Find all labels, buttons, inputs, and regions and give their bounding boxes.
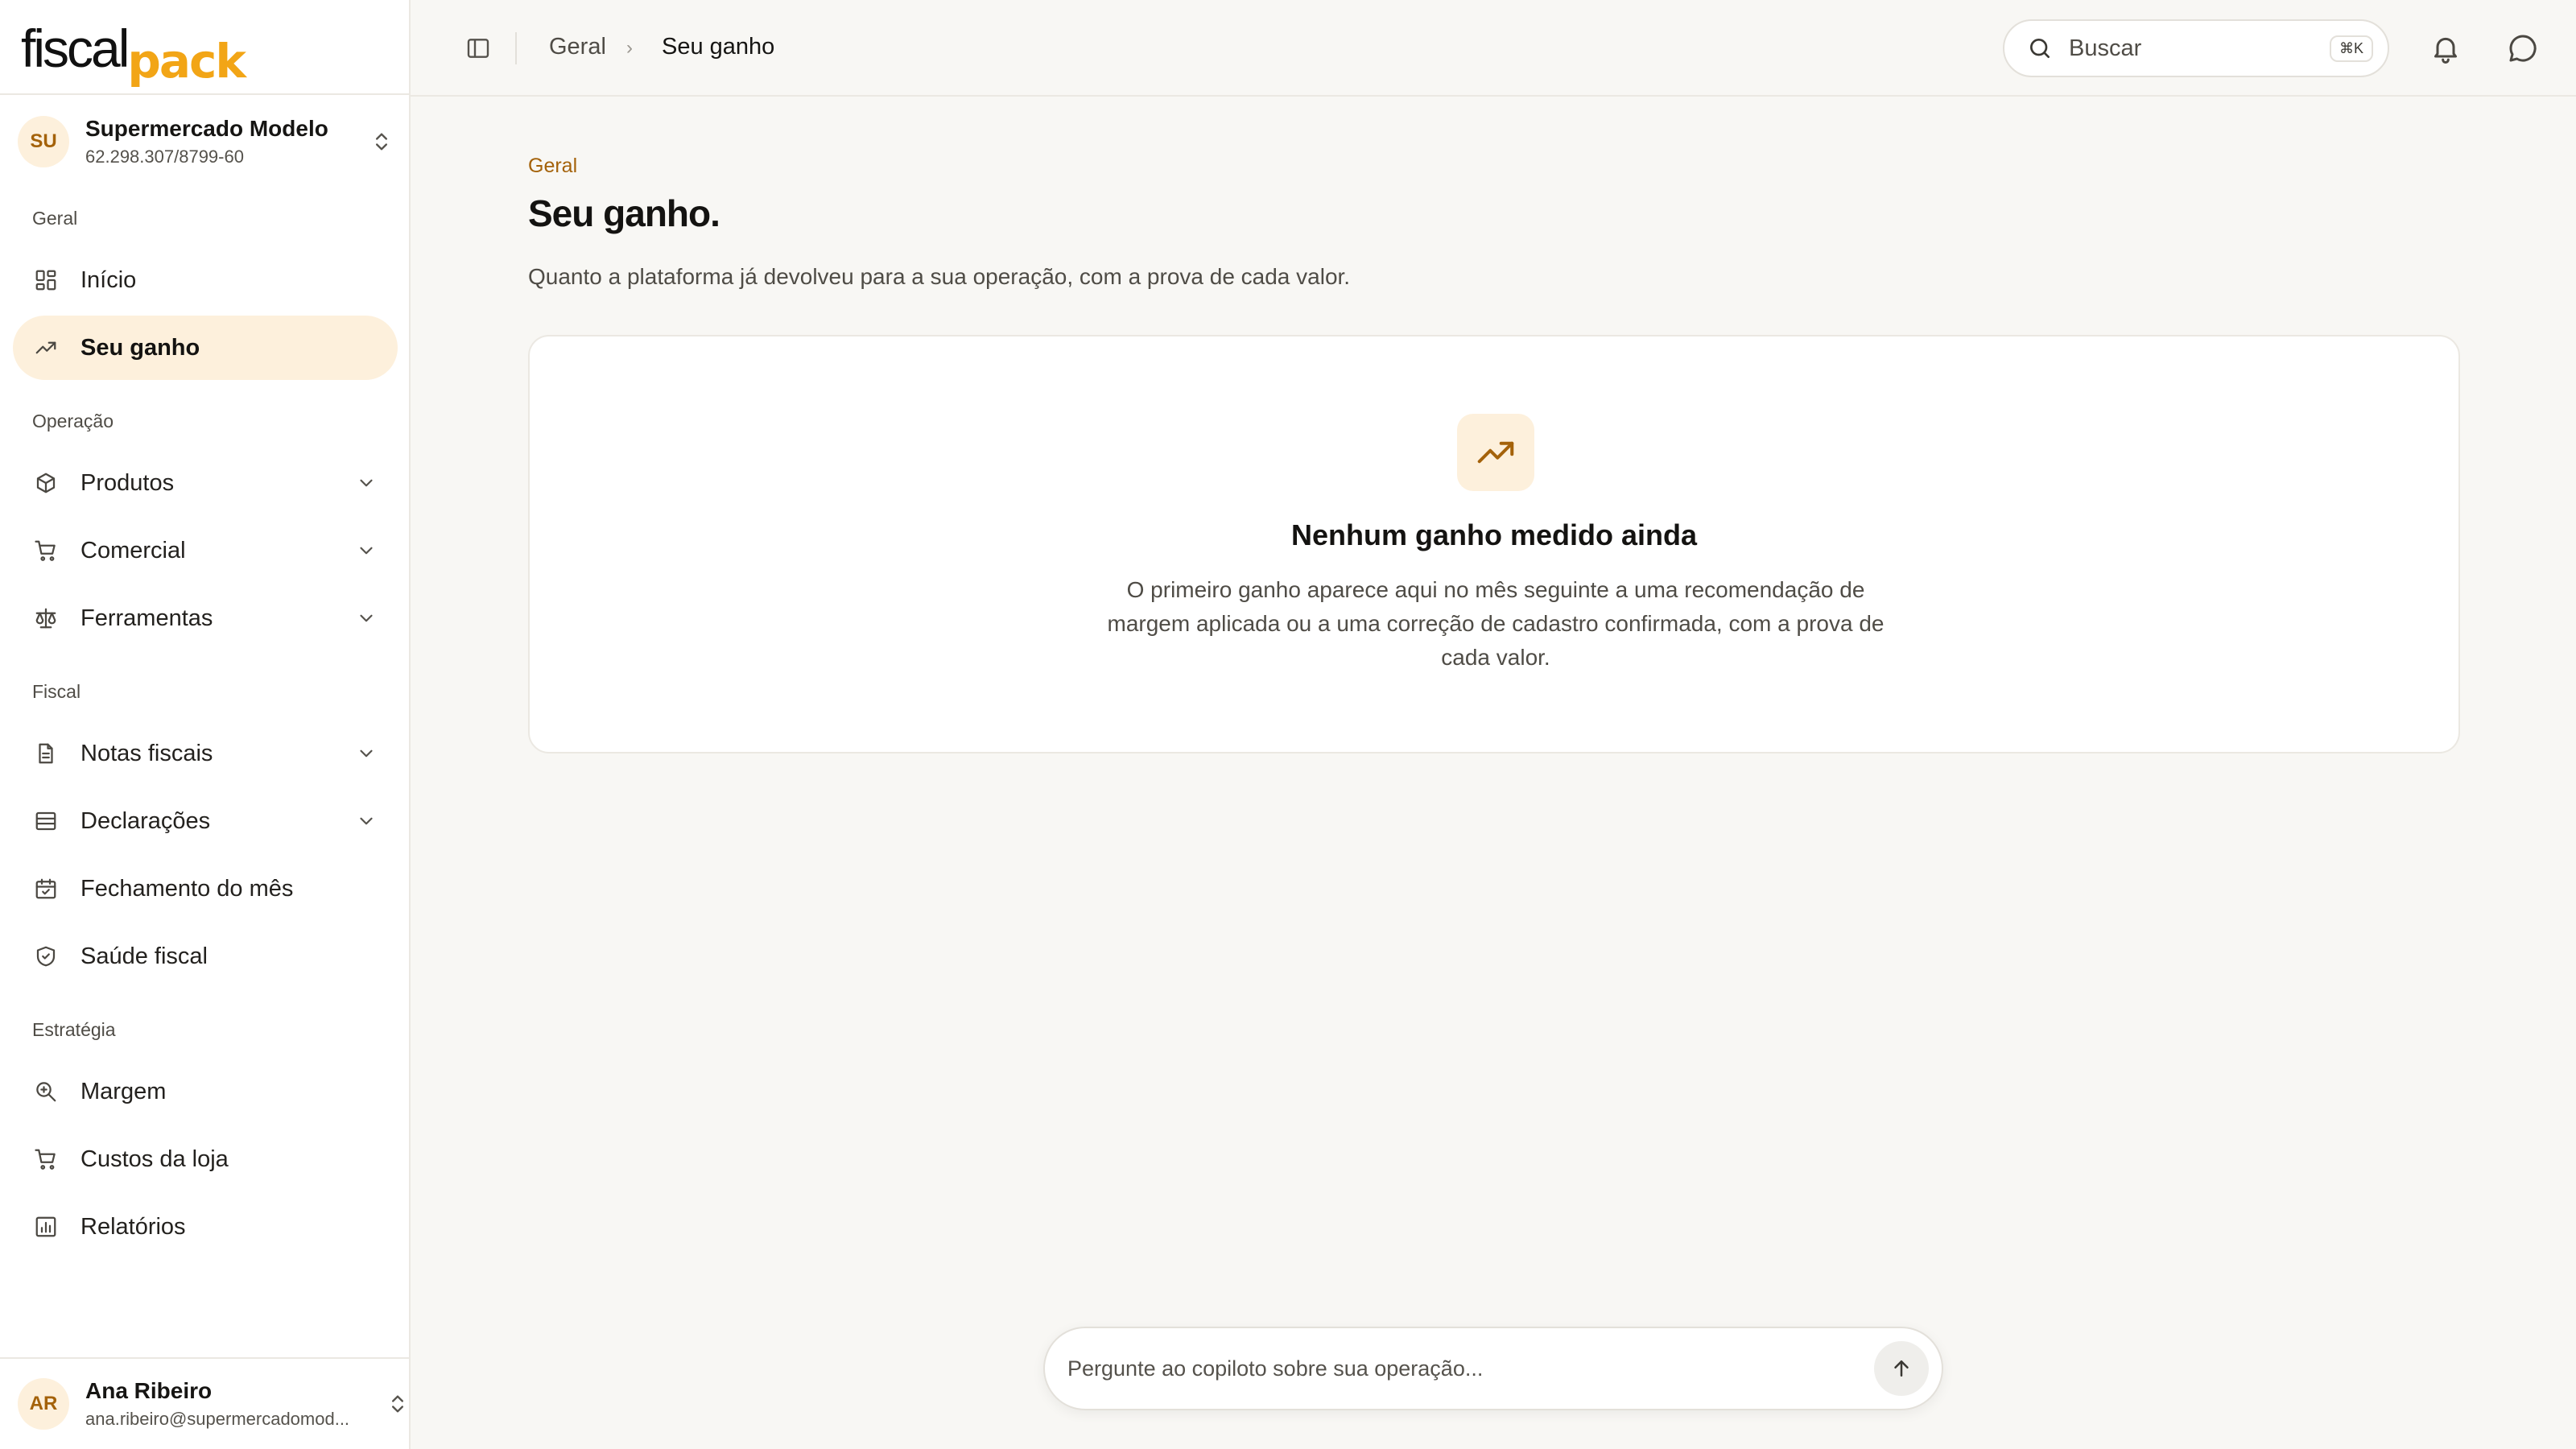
sidebar-item-label: Margem <box>80 1078 167 1104</box>
sidebar-item-ferramentas[interactable]: Ferramentas <box>13 586 398 650</box>
dashboard-icon <box>35 270 56 291</box>
empty-state-text: O primeiro ganho aparece aqui no mês seg… <box>1107 577 1885 670</box>
empty-state-card: Nenhum ganho medido ainda O primeiro gan… <box>528 335 2460 753</box>
sidebar-item-fechamento[interactable]: Fechamento do mês <box>13 857 398 921</box>
bar-chart-icon <box>35 1216 56 1237</box>
sidebar-item-label: Declarações <box>80 807 211 834</box>
sidebar-item-label: Fechamento do mês <box>80 875 294 902</box>
chevron-down-icon <box>360 479 373 487</box>
sidebar-item-label: Seu ganho <box>80 334 200 361</box>
sidebar-item-label: Custos da loja <box>80 1146 229 1172</box>
cart-icon <box>35 540 56 561</box>
chat-bubble-icon[interactable] <box>2507 32 2539 64</box>
sidebar-toggle-button[interactable] <box>451 32 506 64</box>
chevron-down-icon <box>360 614 373 622</box>
panel-left-icon <box>467 39 489 58</box>
copilot-chat-bar <box>1043 1327 1943 1410</box>
user-name: Ana Ribeiro <box>85 1378 213 1403</box>
org-name: Supermercado Modelo <box>85 116 328 141</box>
chevron-down-icon <box>360 749 373 758</box>
box-icon <box>36 473 56 493</box>
trending-up-icon <box>1477 441 1514 464</box>
scale-icon <box>35 608 56 629</box>
sidebar-item-label: Início <box>80 266 137 293</box>
copilot-input[interactable] <box>1067 1356 1874 1381</box>
sidebar-item-label: Notas fiscais <box>80 740 213 766</box>
breadcrumb-separator-icon: › <box>626 37 633 59</box>
section-label-fiscal: Fiscal <box>32 681 81 702</box>
section-label-operacao: Operação <box>32 411 114 431</box>
empty-state-title: Nenhum ganho medido ainda <box>1290 518 1698 551</box>
document-icon <box>39 743 53 764</box>
page-title: Seu ganho. <box>528 192 720 234</box>
sidebar: fiscal pack SU Supermercado Modelo 62.29… <box>0 0 411 1449</box>
sidebar-item-relatorios[interactable]: Relatórios <box>13 1195 398 1259</box>
sidebar-item-inicio[interactable]: Início <box>13 248 398 312</box>
org-cnpj: 62.298.307/8799-60 <box>85 147 244 167</box>
sidebar-item-label: Produtos <box>80 469 175 496</box>
cart-icon <box>35 1149 56 1170</box>
zoom-icon <box>36 1082 56 1102</box>
trending-up-icon <box>35 341 56 354</box>
chevrons-up-down-icon <box>376 133 387 151</box>
sidebar-item-label: Ferramentas <box>80 605 213 631</box>
section-label-geral: Geral <box>32 208 78 229</box>
sidebar-item-custos-da-loja[interactable]: Custos da loja <box>13 1127 398 1191</box>
sidebar-item-label: Comercial <box>80 537 186 564</box>
chevron-down-icon <box>360 547 373 555</box>
search-placeholder: Buscar <box>2069 35 2142 61</box>
brand-logo[interactable]: fiscal pack <box>21 19 246 85</box>
search-icon <box>2030 39 2050 58</box>
org-info: Supermercado Modelo 62.298.307/8799-60 <box>85 116 370 167</box>
user-email: ana.ribeiro@supermercadomod... <box>85 1409 350 1429</box>
brand-logo-pack: pack <box>127 34 246 89</box>
search-shortcut-badge: ⌘K <box>2329 35 2373 62</box>
search-input[interactable]: Buscar ⌘K <box>2003 19 2389 77</box>
shield-check-icon <box>36 946 56 967</box>
sidebar-item-declaracoes[interactable]: Declarações <box>13 789 398 853</box>
calendar-check-icon <box>35 878 56 899</box>
sidebar-item-label: Saúde fiscal <box>80 943 208 969</box>
chevrons-up-down-icon <box>392 1395 403 1413</box>
page-eyebrow: Geral <box>528 155 578 177</box>
send-button[interactable] <box>1874 1341 1929 1396</box>
arrow-up-icon <box>1894 1360 1909 1377</box>
section-label-estrategia: Estratégia <box>32 1019 116 1040</box>
logo-row: fiscal pack <box>0 0 409 95</box>
sidebar-item-seu-ganho[interactable]: Seu ganho <box>13 316 398 380</box>
divider <box>515 32 517 64</box>
user-avatar: AR <box>18 1378 69 1430</box>
empty-state-icon-badge <box>1457 414 1534 491</box>
sidebar-item-produtos[interactable]: Produtos <box>13 451 398 515</box>
page-subtitle: Quanto a plataforma já devolveu para a s… <box>528 264 1351 289</box>
breadcrumb-current: Seu ganho <box>662 34 775 60</box>
sidebar-item-comercial[interactable]: Comercial <box>13 518 398 583</box>
sidebar-item-margem[interactable]: Margem <box>13 1059 398 1124</box>
brand-logo-fiscal: fiscal <box>21 19 130 78</box>
sidebar-item-notas-fiscais[interactable]: Notas fiscais <box>13 721 398 786</box>
sidebar-item-saude-fiscal[interactable]: Saúde fiscal <box>13 924 398 989</box>
breadcrumb-geral[interactable]: Geral <box>549 34 606 60</box>
org-switcher[interactable]: SU Supermercado Modelo 62.298.307/8799-6… <box>18 113 393 171</box>
org-avatar: SU <box>18 116 69 167</box>
user-info: Ana Ribeiro ana.ribeiro@supermercadomod.… <box>85 1378 386 1430</box>
chevron-down-icon <box>360 817 373 825</box>
bell-icon[interactable] <box>2429 32 2462 64</box>
sidebar-item-label: Relatórios <box>80 1213 186 1240</box>
topbar: Geral › Seu ganho Buscar ⌘K <box>411 0 2576 97</box>
user-menu[interactable]: AR Ana Ribeiro ana.ribeiro@supermercadom… <box>0 1357 409 1449</box>
stack-icon <box>35 811 56 831</box>
